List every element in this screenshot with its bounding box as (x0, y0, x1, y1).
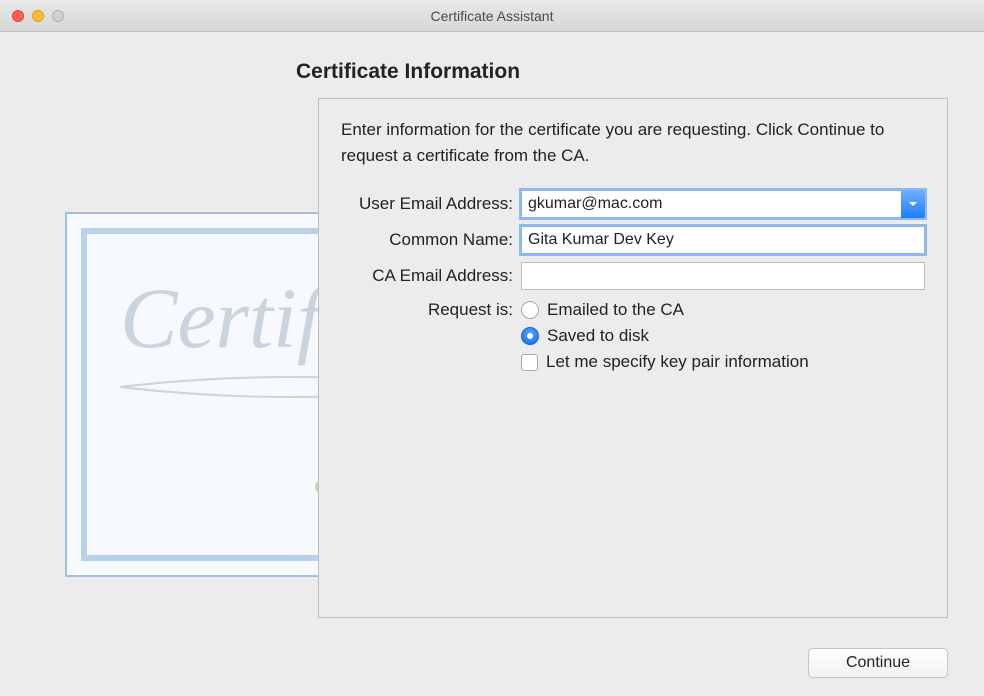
radio-emailed-label: Emailed to the CA (547, 300, 684, 320)
minimize-button[interactable] (32, 10, 44, 22)
radio-saved[interactable]: Saved to disk (521, 326, 809, 346)
traffic-lights (12, 10, 64, 22)
ca-email-row: CA Email Address: (341, 262, 925, 290)
radio-emailed-indicator (521, 301, 539, 319)
continue-button[interactable]: Continue (808, 648, 948, 678)
checkbox-keypair-indicator (521, 354, 538, 371)
user-email-row: User Email Address: (341, 190, 925, 218)
chevron-down-icon (908, 199, 918, 209)
request-is-options: Emailed to the CA Saved to disk Let me s… (521, 298, 809, 372)
page-heading: Certificate Information (296, 60, 948, 84)
certificate-assistant-window: Certificate Assistant Certificate Certif… (0, 0, 984, 696)
request-is-row: Request is: Emailed to the CA Saved to d… (341, 298, 925, 372)
form-panel: Enter information for the certificate yo… (318, 98, 948, 618)
common-name-row: Common Name: (341, 226, 925, 254)
user-email-dropdown-arrow[interactable] (901, 190, 925, 218)
close-button[interactable] (12, 10, 24, 22)
checkbox-keypair[interactable]: Let me specify key pair information (521, 352, 809, 372)
ca-email-input[interactable] (521, 262, 925, 290)
maximize-button (52, 10, 64, 22)
window-title: Certificate Assistant (0, 8, 984, 24)
request-is-label: Request is: (341, 298, 521, 320)
user-email-input[interactable] (521, 190, 925, 218)
radio-saved-label: Saved to disk (547, 326, 649, 346)
user-email-combo[interactable] (521, 190, 925, 218)
common-name-label: Common Name: (341, 230, 521, 250)
instructions-text: Enter information for the certificate yo… (341, 117, 925, 168)
radio-emailed[interactable]: Emailed to the CA (521, 300, 809, 320)
footer: Continue (36, 648, 948, 678)
radio-saved-indicator (521, 327, 539, 345)
checkbox-keypair-label: Let me specify key pair information (546, 352, 809, 372)
common-name-input[interactable] (521, 226, 925, 254)
content-area: Certificate Certificate Information Ente… (0, 32, 984, 696)
ca-email-label: CA Email Address: (341, 266, 521, 286)
titlebar: Certificate Assistant (0, 0, 984, 32)
user-email-label: User Email Address: (341, 194, 521, 214)
